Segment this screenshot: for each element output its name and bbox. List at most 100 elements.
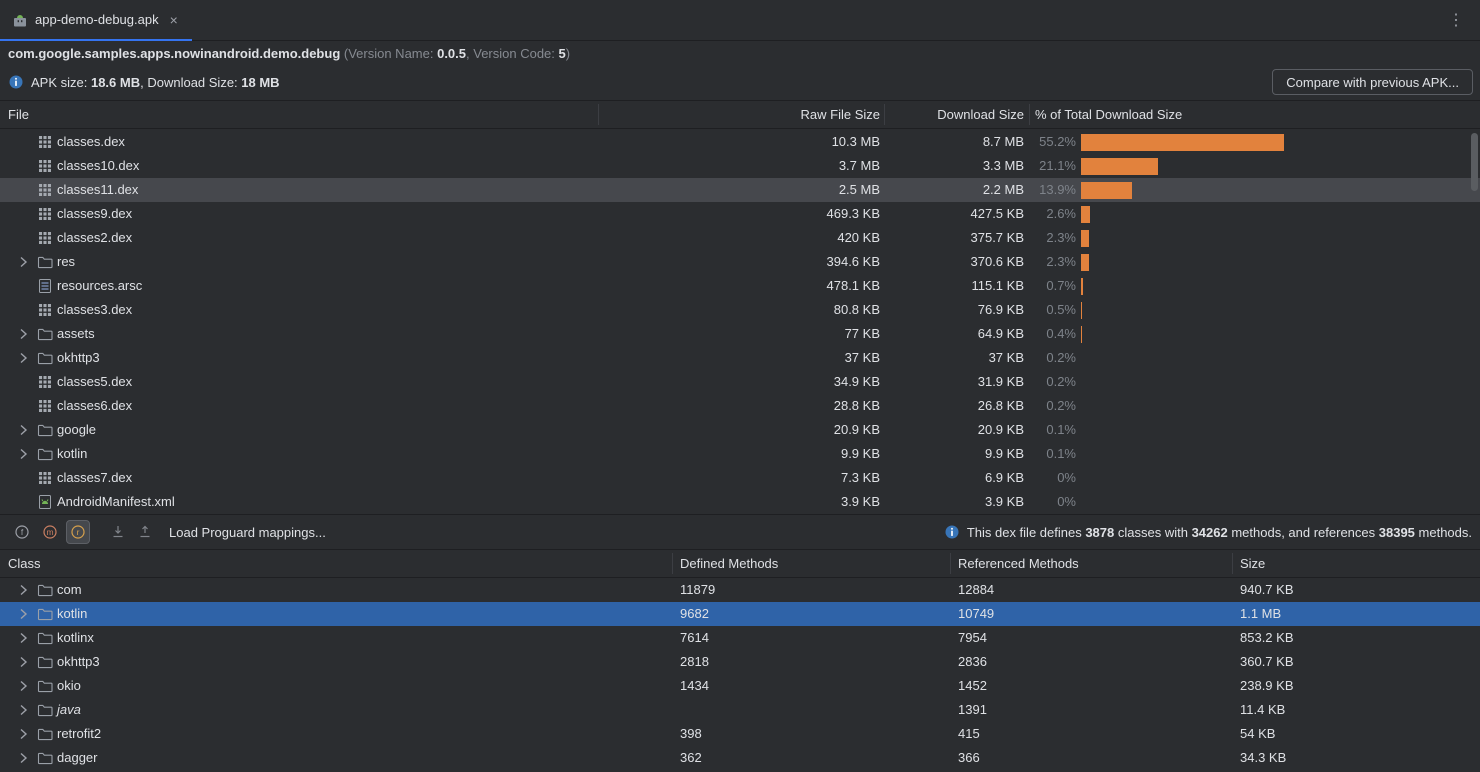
column-header-raw-size[interactable]: Raw File Size	[600, 101, 880, 128]
file-table-row[interactable]: classes.dex10.3 MB8.7 MB55.2%	[0, 130, 1480, 154]
column-header-download-size[interactable]: Download Size	[886, 101, 1024, 128]
class-size: 34.3 KB	[1240, 746, 1286, 770]
class-table-row[interactable]: dagger36236634.3 KB	[0, 746, 1480, 770]
version-name-value: 0.0.5	[437, 46, 466, 61]
dex-file-icon	[37, 206, 53, 222]
column-divider[interactable]	[950, 553, 951, 574]
class-table-row[interactable]: kotlin9682107491.1 MB	[0, 602, 1480, 626]
file-table-row[interactable]: classes10.dex3.7 MB3.3 MB21.1%	[0, 154, 1480, 178]
file-name: classes2.dex	[57, 226, 132, 250]
dex-stats-line: This dex file defines 3878 classes with …	[944, 524, 1474, 540]
raw-file-size: 10.3 MB	[600, 130, 880, 154]
file-table-row[interactable]: res394.6 KB370.6 KB2.3%	[0, 250, 1480, 274]
download-pct-bar	[1081, 182, 1132, 199]
file-table-row[interactable]: classes6.dex28.8 KB26.8 KB0.2%	[0, 394, 1480, 418]
tab-apk-analyzer[interactable]: app-demo-debug.apk ×	[0, 0, 192, 41]
class-table-body: com1187912884940.7 KBkotlin9682107491.1 …	[0, 578, 1480, 770]
file-name: classes.dex	[57, 130, 125, 154]
file-name: classes10.dex	[57, 154, 139, 178]
svg-text:r: r	[77, 527, 80, 537]
file-table-row[interactable]: resources.arsc478.1 KB115.1 KB0.7%	[0, 274, 1480, 298]
file-table-row[interactable]: classes2.dex420 KB375.7 KB2.3%	[0, 226, 1480, 250]
vertical-scrollbar-thumb[interactable]	[1471, 133, 1478, 191]
column-header-file[interactable]: File	[8, 101, 29, 128]
file-table-row[interactable]: google20.9 KB20.9 KB0.1%	[0, 418, 1480, 442]
file-table-row[interactable]: classes11.dex2.5 MB2.2 MB13.9%	[0, 178, 1480, 202]
expand-all-button[interactable]	[107, 521, 129, 543]
folder-icon	[37, 750, 53, 766]
stats-mid2: methods, and references	[1228, 525, 1379, 540]
download-size: 37 KB	[886, 346, 1024, 370]
defined-methods-count: 11879	[680, 578, 715, 602]
file-table-row[interactable]: classes5.dex34.9 KB31.9 KB0.2%	[0, 370, 1480, 394]
file-table-row[interactable]: classes3.dex80.8 KB76.9 KB0.5%	[0, 298, 1480, 322]
circled-m-icon: m	[42, 524, 58, 540]
download-size: 2.2 MB	[886, 178, 1024, 202]
download-size: 6.9 KB	[886, 466, 1024, 490]
column-header-size[interactable]: Size	[1240, 550, 1265, 577]
class-table-row[interactable]: okio14341452238.9 KB	[0, 674, 1480, 698]
chevron-right-icon	[15, 726, 31, 742]
file-table-row[interactable]: AndroidManifest.xml3.9 KB3.9 KB0%	[0, 490, 1480, 514]
version-code-value: 5	[559, 46, 566, 61]
class-table-row[interactable]: com1187912884940.7 KB	[0, 578, 1480, 602]
options-menu-icon[interactable]: ⋮	[1448, 10, 1464, 30]
file-name: google	[57, 418, 96, 442]
file-table-row[interactable]: classes7.dex7.3 KB6.9 KB0%	[0, 466, 1480, 490]
column-header-referenced-methods[interactable]: Referenced Methods	[958, 550, 1079, 577]
version-code-label: , Version Code:	[466, 46, 559, 61]
package-info-line: com.google.samples.apps.nowinandroid.dem…	[8, 41, 1472, 67]
file-table-header: File Raw File Size Download Size % of To…	[0, 100, 1480, 129]
manifest-file-icon	[37, 494, 53, 510]
class-size: 11.4 KB	[1240, 698, 1285, 722]
column-header-defined-methods[interactable]: Defined Methods	[680, 550, 778, 577]
compare-apk-button[interactable]: Compare with previous APK...	[1272, 69, 1473, 95]
file-name: kotlin	[57, 442, 87, 466]
column-divider[interactable]	[672, 553, 673, 574]
download-size: 20.9 KB	[886, 418, 1024, 442]
file-name: AndroidManifest.xml	[57, 490, 175, 514]
column-divider[interactable]	[598, 104, 599, 125]
download-pct-bar	[1081, 206, 1090, 223]
file-table-row[interactable]: kotlin9.9 KB9.9 KB0.1%	[0, 442, 1480, 466]
column-header-class[interactable]: Class	[8, 550, 41, 577]
show-references-toggle[interactable]: r	[66, 520, 90, 544]
class-table-row[interactable]: kotlinx76147954853.2 KB	[0, 626, 1480, 650]
file-table-row[interactable]: classes9.dex469.3 KB427.5 KB2.6%	[0, 202, 1480, 226]
column-header-pct[interactable]: % of Total Download Size	[1035, 101, 1182, 128]
defined-methods-count: 1434	[680, 674, 709, 698]
download-pct: 0%	[1024, 490, 1076, 514]
defined-methods-count: 9682	[680, 602, 709, 626]
raw-file-size: 3.7 MB	[600, 154, 880, 178]
file-name: classes11.dex	[57, 178, 138, 202]
download-size: 370.6 KB	[886, 250, 1024, 274]
show-methods-toggle[interactable]: m	[38, 520, 62, 544]
info-icon	[944, 524, 960, 540]
file-table-row[interactable]: assets77 KB64.9 KB0.4%	[0, 322, 1480, 346]
package-name: com.google.samples.apps.nowinandroid.dem…	[8, 46, 340, 61]
class-table-row[interactable]: okhttp328182836360.7 KB	[0, 650, 1480, 674]
download-size-value: 18 MB	[241, 75, 279, 90]
download-size: 26.8 KB	[886, 394, 1024, 418]
column-divider[interactable]	[1232, 553, 1233, 574]
chevron-right-icon	[15, 446, 31, 462]
stats-suffix: methods.	[1415, 525, 1472, 540]
chevron-right-icon	[15, 254, 31, 270]
class-table-row[interactable]: java139111.4 KB	[0, 698, 1480, 722]
tab-close-icon[interactable]: ×	[170, 12, 178, 28]
load-proguard-mappings-link[interactable]: Load Proguard mappings...	[169, 525, 326, 540]
folder-icon	[37, 726, 53, 742]
column-divider[interactable]	[1029, 104, 1030, 125]
dex-file-icon	[37, 230, 53, 246]
download-size: 427.5 KB	[886, 202, 1024, 226]
collapse-all-button[interactable]	[134, 521, 156, 543]
class-name: com	[57, 578, 82, 602]
show-fields-toggle[interactable]: f	[10, 520, 34, 544]
folder-icon	[37, 254, 53, 270]
class-name: kotlinx	[57, 626, 94, 650]
class-table-row[interactable]: retrofit239841554 KB	[0, 722, 1480, 746]
class-table-header: Class Defined Methods Referenced Methods…	[0, 549, 1480, 578]
file-table-row[interactable]: okhttp337 KB37 KB0.2%	[0, 346, 1480, 370]
class-size: 360.7 KB	[1240, 650, 1294, 674]
column-divider[interactable]	[884, 104, 885, 125]
